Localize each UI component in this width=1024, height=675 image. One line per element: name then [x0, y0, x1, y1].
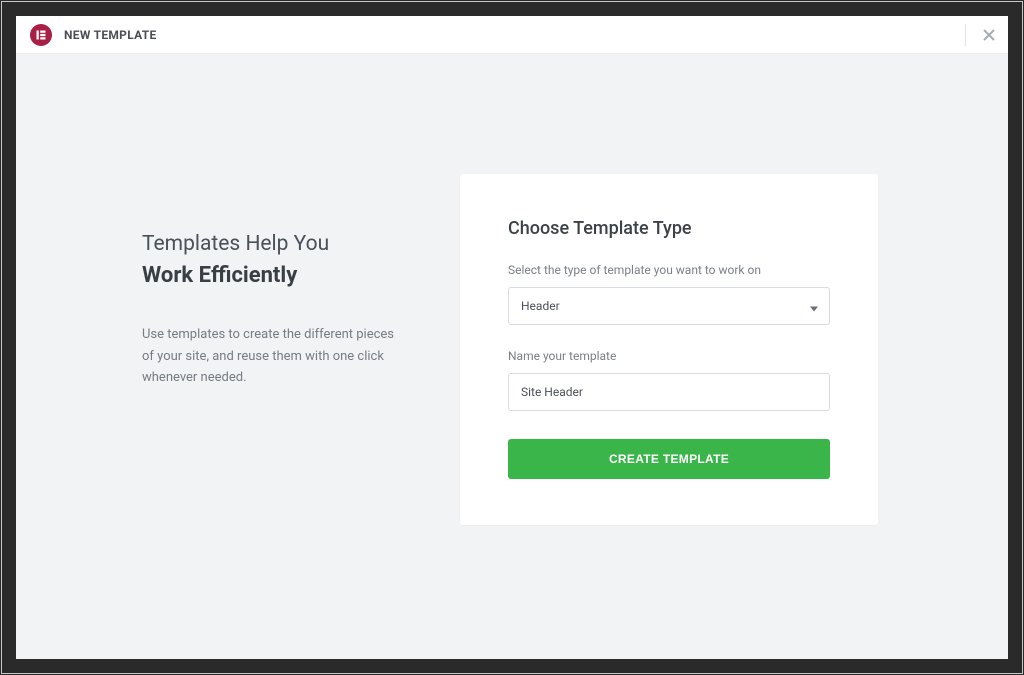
divider [965, 24, 966, 46]
modal-title: NEW TEMPLATE [64, 28, 157, 42]
close-area [965, 24, 998, 46]
help-heading-line1: Templates Help You [142, 230, 442, 259]
form-title: Choose Template Type [508, 218, 830, 239]
new-template-modal: NEW TEMPLATE Templates Help You Work Eff… [16, 16, 1008, 659]
modal-header: NEW TEMPLATE [16, 16, 1008, 54]
help-description: Use templates to create the different pi… [142, 324, 397, 388]
template-type-select[interactable]: Header [508, 287, 830, 325]
create-template-button[interactable]: CREATE TEMPLATE [508, 439, 830, 479]
close-button[interactable] [980, 26, 998, 44]
template-type-label: Select the type of template you want to … [508, 263, 830, 277]
page-frame: NEW TEMPLATE Templates Help You Work Eff… [1, 1, 1023, 674]
help-text-column: Templates Help You Work Efficiently Use … [142, 174, 442, 389]
close-icon [983, 29, 995, 41]
help-heading-line2: Work Efficiently [142, 263, 442, 288]
template-type-select-wrap: Header [508, 287, 830, 325]
template-name-input[interactable] [508, 373, 830, 411]
template-form-card: Choose Template Type Select the type of … [460, 174, 878, 525]
template-type-value: Header [521, 299, 560, 313]
template-name-label: Name your template [508, 349, 830, 363]
modal-body: Templates Help You Work Efficiently Use … [16, 54, 1008, 659]
elementor-logo-icon [30, 24, 52, 46]
